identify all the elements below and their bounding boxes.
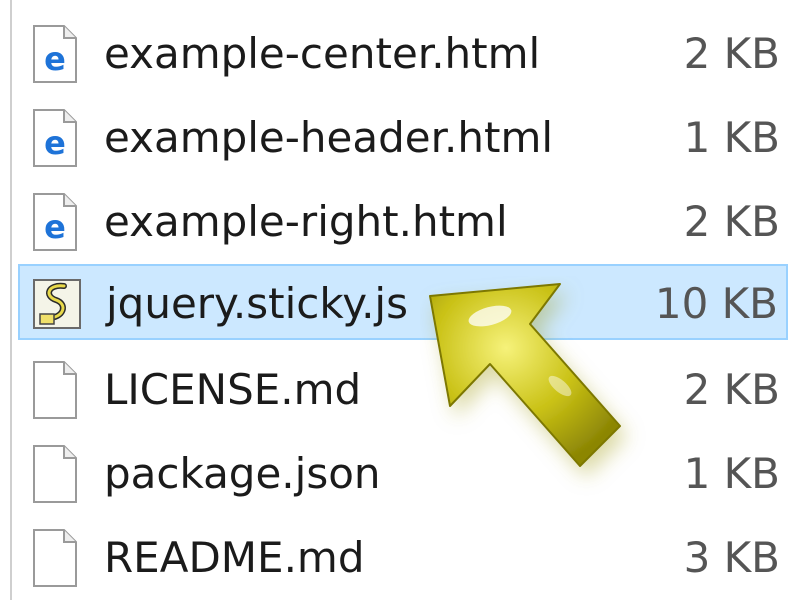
- document-file-icon: [26, 360, 82, 420]
- svg-text:e: e: [44, 124, 66, 162]
- file-name: example-right.html: [104, 197, 508, 246]
- file-name: jquery.sticky.js: [106, 279, 408, 328]
- file-size: 2 KB: [683, 29, 780, 78]
- html-file-icon: e: [26, 192, 82, 252]
- html-file-icon: e: [26, 108, 82, 168]
- file-row[interactable]: e example-right.html 2 KB: [18, 184, 788, 260]
- file-row[interactable]: e example-center.html 2 KB: [18, 16, 788, 92]
- pane-border: [10, 0, 12, 600]
- file-row-selected[interactable]: jquery.sticky.js 10 KB: [18, 264, 788, 340]
- file-name: example-header.html: [104, 113, 554, 162]
- document-file-icon: [26, 444, 82, 504]
- svg-text:e: e: [44, 40, 66, 78]
- file-row[interactable]: package.json 1 KB: [18, 436, 788, 512]
- file-explorer-pane: e example-center.html 2 KB e example-hea…: [0, 0, 800, 600]
- file-name: README.md: [104, 533, 365, 582]
- script-file-icon: [28, 274, 84, 334]
- file-row[interactable]: e example-header.html 1 KB: [18, 100, 788, 176]
- file-size: 1 KB: [683, 113, 780, 162]
- document-file-icon: [26, 528, 82, 588]
- file-name: LICENSE.md: [104, 365, 362, 414]
- file-row[interactable]: LICENSE.md 2 KB: [18, 352, 788, 428]
- file-size: 10 KB: [654, 279, 778, 328]
- file-name: example-center.html: [104, 29, 541, 78]
- file-row[interactable]: README.md 3 KB: [18, 520, 788, 596]
- file-size: 2 KB: [683, 365, 780, 414]
- file-size: 2 KB: [683, 197, 780, 246]
- file-size: 1 KB: [683, 449, 780, 498]
- file-size: 3 KB: [683, 533, 780, 582]
- file-name: package.json: [104, 449, 381, 498]
- html-file-icon: e: [26, 24, 82, 84]
- svg-text:e: e: [44, 208, 66, 246]
